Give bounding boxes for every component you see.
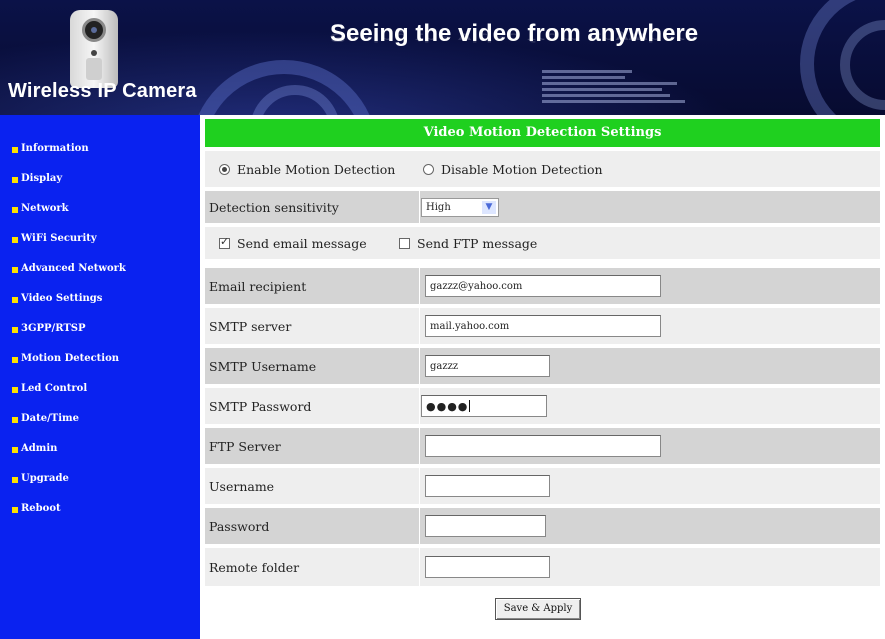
header-banner: Wireless IP Camera Seeing the video from…	[0, 0, 885, 115]
remote-folder-row: Remote folder	[205, 548, 880, 586]
smtp-password-label: SMTP Password	[209, 398, 312, 414]
bullet-icon	[12, 177, 18, 183]
notify-options-row: Send email message Send FTP message	[205, 227, 880, 259]
bullet-icon	[12, 207, 18, 213]
smtp-password-input[interactable]: ●●●●	[421, 395, 547, 417]
sidebar-item-label: Advanced Network	[21, 263, 126, 274]
logo-text: Wireless IP Camera	[8, 80, 197, 102]
bullet-icon	[12, 327, 18, 333]
ftp-password-row: Password	[205, 508, 880, 544]
header-fine-print	[542, 70, 692, 106]
text-cursor	[469, 400, 471, 412]
sidebar-item-network[interactable]: Network	[12, 202, 126, 232]
sidebar-item-date-time[interactable]: Date/Time	[12, 412, 126, 442]
header-slogan-reflection: Seeing the video from anywhere	[330, 30, 699, 45]
smtp-server-input[interactable]: mail.yahoo.com	[425, 315, 661, 337]
ftp-server-input[interactable]	[425, 435, 661, 457]
sidebar-item-label: WiFi Security	[21, 233, 97, 244]
checkbox-icon	[399, 237, 410, 249]
sidebar-item-information[interactable]: Information	[12, 142, 126, 172]
send-ftp-checkbox[interactable]: Send FTP message	[399, 227, 537, 259]
bullet-icon	[12, 297, 18, 303]
radio-icon	[423, 163, 434, 175]
enable-motion-label: Enable Motion Detection	[237, 161, 396, 177]
sidebar-item-label: Upgrade	[21, 473, 69, 484]
ftp-server-label: FTP Server	[209, 438, 281, 454]
bullet-icon	[12, 507, 18, 513]
bullet-icon	[12, 237, 18, 243]
motion-toggle-row: Enable Motion Detection Disable Motion D…	[205, 151, 880, 187]
sensitivity-select[interactable]: High ▼	[421, 197, 499, 217]
smtp-username-row: SMTP Username gazzz	[205, 348, 880, 384]
sidebar-item-label: Motion Detection	[21, 353, 120, 364]
sidebar-item-wifi-security[interactable]: WiFi Security	[12, 232, 126, 262]
send-email-label: Send email message	[237, 235, 367, 251]
sidebar-item-advanced-network[interactable]: Advanced Network	[12, 262, 126, 292]
disable-motion-label: Disable Motion Detection	[441, 161, 603, 177]
sidebar-item-label: Network	[21, 203, 69, 214]
email-recipient-input[interactable]: gazzz@yahoo.com	[425, 275, 661, 297]
bullet-icon	[12, 387, 18, 393]
remote-folder-label: Remote folder	[209, 559, 300, 575]
camera-logo-icon	[70, 10, 118, 88]
smtp-password-row: SMTP Password ●●●●	[205, 388, 880, 424]
sensitivity-label: Detection sensitivity	[209, 199, 339, 215]
ftp-username-input[interactable]	[425, 475, 550, 497]
remote-folder-input[interactable]	[425, 556, 550, 578]
sensitivity-value: High	[426, 201, 451, 213]
bullet-icon	[12, 477, 18, 483]
sidebar-item-3gpp-rtsp[interactable]: 3GPP/RTSP	[12, 322, 126, 352]
ftp-username-label: Username	[209, 478, 275, 494]
ftp-username-row: Username	[205, 468, 880, 504]
sidebar-item-label: Video Settings	[21, 293, 103, 304]
sensitivity-row: Detection sensitivity High ▼	[205, 191, 880, 223]
sidebar-item-motion-detection[interactable]: Motion Detection	[12, 352, 126, 382]
sidebar-item-label: 3GPP/RTSP	[21, 323, 86, 334]
ftp-password-input[interactable]	[425, 515, 546, 537]
radio-icon	[219, 163, 230, 175]
form-title: Video Motion Detection Settings	[205, 119, 880, 147]
bullet-icon	[12, 447, 18, 453]
send-ftp-label: Send FTP message	[417, 235, 538, 251]
smtp-server-row: SMTP server mail.yahoo.com	[205, 308, 880, 344]
enable-motion-radio[interactable]: Enable Motion Detection	[219, 151, 395, 187]
bullet-icon	[12, 267, 18, 273]
smtp-username-input[interactable]: gazzz	[425, 355, 550, 377]
sidebar-item-label: Admin	[21, 443, 58, 454]
sidebar-item-led-control[interactable]: Led Control	[12, 382, 126, 412]
sidebar: Information Display Network WiFi Securit…	[0, 115, 200, 639]
smtp-username-label: SMTP Username	[209, 358, 317, 374]
sidebar-item-label: Information	[21, 143, 89, 154]
sidebar-item-reboot[interactable]: Reboot	[12, 502, 126, 532]
sidebar-item-label: Led Control	[21, 383, 88, 394]
bullet-icon	[12, 357, 18, 363]
sidebar-item-admin[interactable]: Admin	[12, 442, 126, 472]
sidebar-item-video-settings[interactable]: Video Settings	[12, 292, 126, 322]
bullet-icon	[12, 147, 18, 153]
disable-motion-radio[interactable]: Disable Motion Detection	[423, 151, 603, 187]
smtp-password-value: ●●●●	[426, 399, 469, 413]
checkbox-icon	[219, 235, 230, 249]
send-email-checkbox[interactable]: Send email message	[219, 227, 367, 259]
sidebar-item-label: Display	[21, 173, 63, 184]
ftp-password-label: Password	[209, 518, 270, 534]
sidebar-item-display[interactable]: Display	[12, 172, 126, 202]
email-recipient-label: Email recipient	[209, 278, 307, 294]
sidebar-item-label: Date/Time	[21, 413, 79, 424]
save-apply-button[interactable]: Save & Apply	[495, 598, 581, 620]
smtp-server-label: SMTP server	[209, 318, 292, 334]
ftp-server-row: FTP Server	[205, 428, 880, 464]
sidebar-menu: Information Display Network WiFi Securit…	[12, 142, 126, 532]
chevron-down-icon: ▼	[482, 200, 496, 214]
bullet-icon	[12, 417, 18, 423]
sidebar-item-upgrade[interactable]: Upgrade	[12, 472, 126, 502]
email-recipient-row: Email recipient gazzz@yahoo.com	[205, 268, 880, 304]
sidebar-item-label: Reboot	[21, 503, 61, 514]
